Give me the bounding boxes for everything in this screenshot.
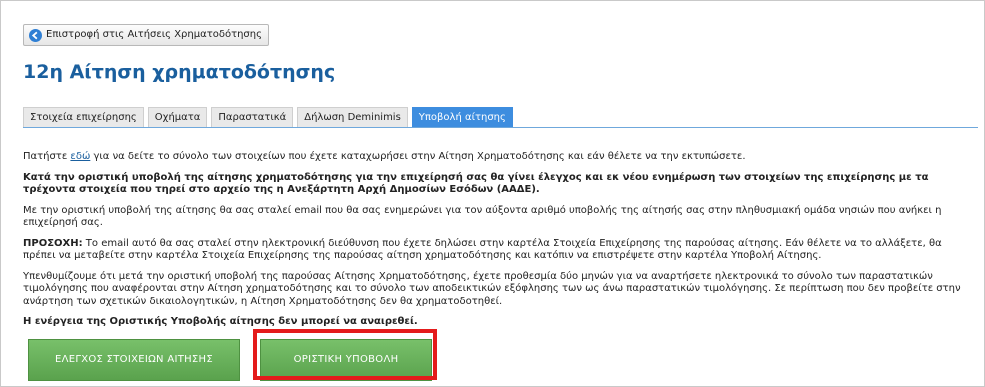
check-application-button[interactable]: ΕΛΕΓΧΟΣ ΣΤΟΙΧΕΙΩΝ ΑΙΤΗΣΗΣ bbox=[28, 339, 240, 381]
email-notice: Με την οριστική υποβολή της αίτησης θα σ… bbox=[23, 204, 942, 229]
back-arrow-icon bbox=[29, 28, 42, 42]
tab-business-details[interactable]: Στοιχεία επιχείρησης bbox=[23, 107, 144, 127]
submission-info: Πατήστε εδώ για να δείτε το σύνολο των σ… bbox=[23, 151, 971, 337]
action-bar: ΕΛΕΓΧΟΣ ΣΤΟΙΧΕΙΩΝ ΑΙΤΗΣΗΣ ΟΡΙΣΤΙΚΗ ΥΠΟΒΟ… bbox=[1, 333, 984, 382]
attention-notice: ΠΡΟΣΟΧΗ: Το email αυτό θα σας σταλεί στη… bbox=[23, 237, 942, 262]
tab-vehicles[interactable]: Οχήματα bbox=[147, 107, 208, 127]
aade-check-notice: Κατά την οριστική υποβολή της αίτησης χρ… bbox=[23, 171, 929, 196]
final-submit-button[interactable]: ΟΡΙΣΤΙΚΗ ΥΠΟΒΟΛΗ bbox=[260, 339, 432, 381]
view-details-link[interactable]: εδώ bbox=[70, 151, 90, 162]
attention-label: ΠΡΟΣΟΧΗ: bbox=[23, 237, 83, 249]
back-to-applications-button[interactable]: Επιστροφή στις Αιτήσεις Χρηματοδότησης bbox=[23, 24, 269, 46]
tab-submit-application[interactable]: Υποβολή αίτησης bbox=[411, 107, 513, 127]
application-panel: Επιστροφή στις Αιτήσεις Χρηματοδότησης 1… bbox=[0, 0, 985, 387]
page-title: 12η Αίτηση χρηματοδότησης bbox=[23, 61, 336, 83]
deadline-reminder: Υπενθυμίζουμε ότι μετά την οριστική υποβ… bbox=[23, 270, 961, 307]
tab-bar: Στοιχεία επιχείρησης Οχήματα Παραστατικά… bbox=[23, 107, 978, 128]
tab-deminimis[interactable]: Δήλωση Deminimis bbox=[297, 107, 408, 127]
irreversible-warning: Η ενέργεια της Οριστικής Υποβολής αίτηση… bbox=[23, 316, 418, 327]
tab-invoices[interactable]: Παραστατικά bbox=[211, 107, 294, 127]
print-instruction: Πατήστε εδώ για να δείτε το σύνολο των σ… bbox=[23, 151, 746, 162]
back-button-label: Επιστροφή στις Αιτήσεις Χρηματοδότησης bbox=[46, 29, 262, 40]
